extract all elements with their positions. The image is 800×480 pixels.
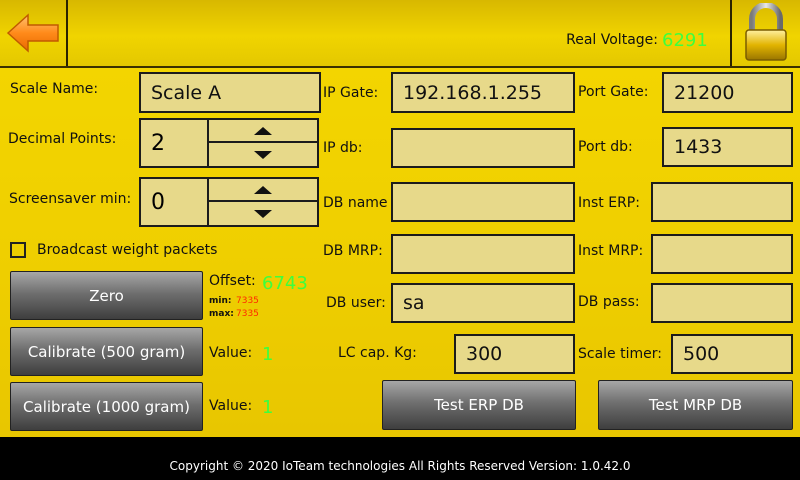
scale-name-field[interactable]: Scale A <box>139 72 321 113</box>
calibrate-500-value-label: Value: <box>209 345 253 361</box>
back-button[interactable] <box>0 0 68 66</box>
db-pass-field[interactable] <box>651 283 793 323</box>
inst-erp-field[interactable] <box>651 182 793 222</box>
decimal-points-label: Decimal Points: <box>8 131 117 147</box>
decimal-points-value[interactable]: 2 <box>141 120 209 166</box>
test-erp-db-button[interactable]: Test ERP DB <box>382 380 576 430</box>
max-label: max: <box>209 309 234 319</box>
screensaver-value[interactable]: 0 <box>141 179 209 225</box>
calibrate-500-value: 1 <box>262 344 274 365</box>
screensaver-up-button[interactable] <box>209 179 317 202</box>
offset-value: 6743 <box>262 273 308 294</box>
screensaver-label: Screensaver min: <box>9 191 132 207</box>
port-db-field[interactable]: 1433 <box>662 127 793 167</box>
settings-screen: Real Voltage: 6291 Scale Name: Scale A D… <box>0 0 800 480</box>
ip-db-label: IP db: <box>323 140 363 156</box>
broadcast-label: Broadcast weight packets <box>37 242 218 258</box>
min-value: 7335 <box>236 296 259 306</box>
db-name-label: DB name <box>323 195 388 211</box>
real-voltage-label: Real Voltage: <box>566 32 658 48</box>
arrow-left-icon <box>6 13 59 53</box>
screensaver-stepper: 0 <box>139 177 319 227</box>
inst-mrp-field[interactable] <box>651 234 793 274</box>
triangle-down-icon <box>254 209 272 218</box>
max-value: 7335 <box>236 309 259 319</box>
triangle-up-icon <box>254 185 272 194</box>
db-name-field[interactable] <box>391 182 575 222</box>
triangle-down-icon <box>254 150 272 159</box>
copyright-text: Copyright © 2020 IoTeam technologies All… <box>169 459 631 473</box>
db-mrp-field[interactable] <box>391 234 575 274</box>
ip-gate-field[interactable]: 192.168.1.255 <box>391 72 575 113</box>
triangle-up-icon <box>254 126 272 135</box>
calibrate-1000-value: 1 <box>262 397 274 418</box>
padlock-icon <box>745 3 787 61</box>
lock-button[interactable] <box>730 0 800 66</box>
calibrate-1000-value-label: Value: <box>209 398 253 414</box>
db-mrp-label: DB MRP: <box>323 243 383 259</box>
db-user-field[interactable]: sa <box>391 283 575 323</box>
decimal-points-up-button[interactable] <box>209 120 317 143</box>
port-db-label: Port db: <box>578 139 633 155</box>
lc-cap-label: LC cap. Kg: <box>338 345 417 361</box>
port-gate-label: Port Gate: <box>578 84 649 100</box>
calibrate-500-button[interactable]: Calibrate (500 gram) <box>10 327 203 376</box>
settings-panel: Scale Name: Scale A Decimal Points: 2 Sc… <box>0 68 800 437</box>
scale-name-label: Scale Name: <box>10 81 99 97</box>
lc-cap-field[interactable]: 300 <box>454 334 575 374</box>
broadcast-checkbox[interactable] <box>10 242 26 258</box>
db-pass-label: DB pass: <box>578 294 640 310</box>
zero-button[interactable]: Zero <box>10 271 203 320</box>
inst-erp-label: Inst ERP: <box>578 195 640 211</box>
header-bar: Real Voltage: 6291 <box>0 0 800 66</box>
calibrate-1000-button[interactable]: Calibrate (1000 gram) <box>10 382 203 431</box>
decimal-points-stepper: 2 <box>139 118 319 168</box>
ip-db-field[interactable] <box>391 128 575 168</box>
db-user-label: DB user: <box>326 295 386 311</box>
decimal-points-down-button[interactable] <box>209 143 317 166</box>
offset-label: Offset: <box>209 273 256 289</box>
real-voltage-value: 6291 <box>662 30 708 51</box>
min-label: min: <box>209 296 232 306</box>
screensaver-down-button[interactable] <box>209 202 317 225</box>
ip-gate-label: IP Gate: <box>323 85 379 101</box>
inst-mrp-label: Inst MRP: <box>578 243 644 259</box>
test-mrp-db-button[interactable]: Test MRP DB <box>598 380 793 430</box>
scale-timer-label: Scale timer: <box>578 346 662 362</box>
port-gate-field[interactable]: 21200 <box>662 72 793 113</box>
scale-timer-field[interactable]: 500 <box>671 334 793 374</box>
